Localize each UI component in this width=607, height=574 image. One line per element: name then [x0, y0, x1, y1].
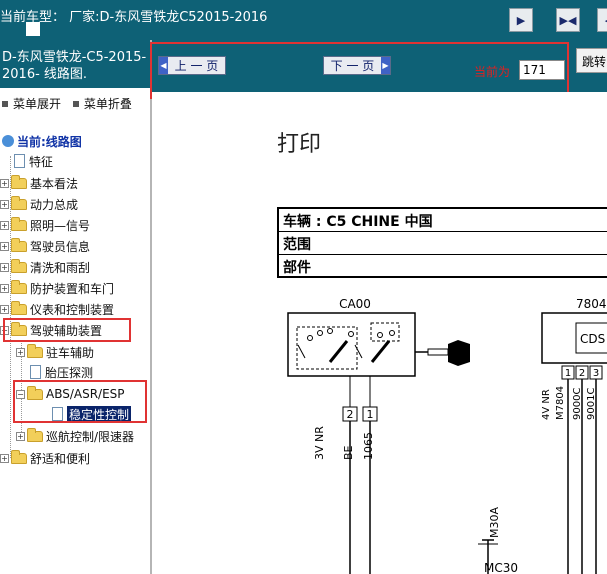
- tree-item-powertrain[interactable]: + 动力总成: [0, 194, 78, 214]
- folder-icon: [11, 279, 27, 294]
- menu-expand-link[interactable]: 菜单展开: [13, 97, 61, 111]
- app-window: 当前车型： 厂家:D-东风雪铁龙C52015-2016 ▶ ▶◀ ◀ D-东风雪…: [0, 0, 607, 574]
- wire-label: 3V NR: [313, 426, 326, 460]
- wire-label: 9001C: [586, 388, 597, 420]
- wire-label: 9000C: [572, 388, 583, 420]
- split-icon: ▶◀: [559, 13, 577, 27]
- tree-item-label: 胎压探测: [45, 365, 94, 380]
- part-row: 部件: [283, 260, 311, 276]
- highlight-box: [13, 380, 147, 423]
- collapse-left-button[interactable]: ▶: [509, 8, 533, 32]
- expand-plus-icon[interactable]: +: [0, 220, 9, 230]
- tree-item-label: 动力总成: [30, 197, 79, 212]
- print-title: 打印: [277, 132, 322, 157]
- folder-icon: [11, 258, 27, 273]
- toggle-split-button[interactable]: ▶◀: [556, 8, 580, 32]
- tree-item-features[interactable]: 特征: [14, 151, 53, 171]
- connector-label: 7804: [576, 297, 607, 311]
- expand-plus-icon[interactable]: +: [0, 283, 9, 293]
- wire-label: M7804: [555, 386, 566, 420]
- vehicle-row: 车辆 : C5 CHINE 中国: [279, 209, 607, 232]
- folder-icon: [11, 216, 27, 231]
- expand-plus-icon[interactable]: +: [0, 178, 9, 188]
- highlight-box: [3, 318, 131, 342]
- wiring-diagram: CA00 2 1 3V NR BE 1065 M30A MC30 7804 CD…: [287, 297, 607, 574]
- collapse-icon: [72, 100, 79, 107]
- tree-item-label: 照明—信号: [30, 218, 91, 233]
- key-icon: [448, 340, 470, 366]
- tree-item-label: 防护装置和车门: [30, 281, 115, 296]
- tree-item-comfort[interactable]: + 舒适和便利: [0, 448, 90, 468]
- sidebar-brand-title: D-东风雪铁龙-C5-2015-2016- 线路图.: [0, 40, 150, 88]
- menu-toggle-row: 菜单展开 菜单折叠: [0, 95, 132, 112]
- expand-plus-icon[interactable]: +: [16, 431, 25, 441]
- current-vehicle-title: 当前车型： 厂家:D-东风雪铁龙C52015-2016: [0, 10, 268, 25]
- pin-number: 2: [579, 368, 585, 379]
- ground-connector-label: MC30: [484, 561, 518, 574]
- expand-plus-icon[interactable]: +: [0, 304, 9, 314]
- pin-number: 1: [565, 368, 571, 379]
- folder-icon: [11, 174, 27, 189]
- scope-row: 范围: [279, 232, 607, 255]
- tree-item-protection-doors[interactable]: + 防护装置和车门: [0, 278, 114, 298]
- wire-label: 4V NR: [541, 389, 552, 420]
- top-bar: 当前车型： 厂家:D-东风雪铁龙C52015-2016 ▶ ▶◀ ◀: [0, 0, 607, 40]
- wire-label: 1065: [362, 432, 375, 460]
- tree-item-label: 特征: [29, 154, 54, 169]
- tree-item-label: 舒适和便利: [30, 451, 91, 466]
- tree-item-parking-assist[interactable]: + 驻车辅助: [16, 342, 94, 362]
- pin-number: 2: [347, 408, 354, 421]
- app-logo: [26, 22, 40, 36]
- expand-right-button[interactable]: ◀: [597, 8, 607, 32]
- folder-icon: [27, 343, 43, 358]
- panel-right-icon: ▶: [516, 13, 526, 27]
- expand-plus-icon[interactable]: +: [0, 453, 9, 463]
- tree-item-label: 驾驶员信息: [30, 239, 91, 254]
- switch-box: [287, 312, 416, 377]
- folder-icon: [11, 449, 27, 464]
- wire-label: BE: [342, 445, 355, 460]
- panel-left-icon: ◀: [598, 9, 607, 31]
- tree-item-driver-info[interactable]: + 驾驶员信息: [0, 236, 90, 256]
- document-icon: [30, 365, 41, 379]
- tree-item-instruments[interactable]: + 仪表和控制装置: [0, 299, 114, 319]
- tree-item-lighting[interactable]: + 照明—信号: [0, 215, 90, 235]
- tree-item-label: 仪表和控制装置: [30, 302, 115, 317]
- folder-icon: [27, 427, 43, 442]
- vehicle-info-table: 车辆 : C5 CHINE 中国 范围 部件: [277, 207, 607, 278]
- document-icon: [14, 154, 25, 168]
- pin-number: 3: [593, 368, 599, 379]
- key-blade: [427, 348, 449, 356]
- tree-item-wash-wipe[interactable]: + 清洗和雨刮: [0, 257, 90, 277]
- expand-plus-icon[interactable]: +: [0, 199, 9, 209]
- expand-plus-icon[interactable]: +: [16, 347, 25, 357]
- connector-label: CA00: [339, 297, 371, 311]
- tree-item-label: 巡航控制/限速器: [46, 429, 135, 444]
- folder-icon: [11, 195, 27, 210]
- tree-item-cruise-control[interactable]: + 巡航控制/限速器: [16, 426, 134, 446]
- tree-item-label: 清洗和雨刮: [30, 260, 91, 275]
- jump-button[interactable]: 跳转: [576, 48, 607, 73]
- tree-item-tire-pressure[interactable]: 胎压探测: [30, 362, 93, 382]
- tree-item-basics[interactable]: + 基本看法: [0, 173, 78, 193]
- highlight-box: [150, 42, 569, 99]
- ground-label: M30A: [488, 507, 501, 538]
- menu-collapse-link[interactable]: 菜单折叠: [84, 97, 132, 111]
- folder-icon: [11, 300, 27, 315]
- expand-plus-icon[interactable]: +: [0, 241, 9, 251]
- tree-root-icon: [2, 135, 14, 147]
- tree-root-label: 当前:线路图: [17, 134, 82, 149]
- pin-number: 1: [367, 408, 374, 421]
- cds-label: CDS: [580, 332, 605, 346]
- expand-icon: [2, 100, 8, 107]
- tree-item-label: 基本看法: [30, 176, 79, 191]
- tree-root[interactable]: 当前:线路图: [2, 131, 82, 151]
- tree-item-label: 驻车辅助: [46, 345, 95, 360]
- expand-plus-icon[interactable]: +: [0, 262, 9, 272]
- folder-icon: [11, 237, 27, 252]
